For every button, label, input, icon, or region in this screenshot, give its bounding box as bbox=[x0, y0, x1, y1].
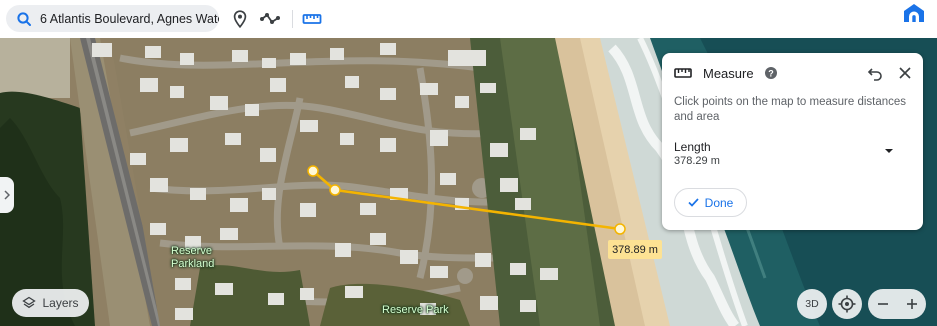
zoom-out-button[interactable] bbox=[868, 289, 897, 319]
done-label: Done bbox=[704, 195, 734, 210]
zoom-control bbox=[868, 289, 926, 319]
map-label-reserve-park: Reserve Park bbox=[382, 304, 449, 316]
search-input[interactable]: 6 Atlantis Boulevard, Agnes Water bbox=[40, 12, 219, 26]
plus-icon bbox=[906, 299, 917, 309]
path-icon[interactable] bbox=[259, 9, 281, 29]
measure-title: Measure bbox=[703, 66, 754, 81]
done-button[interactable]: Done bbox=[674, 188, 747, 217]
minus-icon bbox=[877, 303, 888, 305]
map-label-reserve: Reserve bbox=[171, 245, 212, 257]
view-3d-label: 3D bbox=[805, 298, 819, 310]
layers-button[interactable]: Layers bbox=[12, 289, 89, 317]
earth-logo-icon[interactable] bbox=[902, 2, 926, 24]
search-box[interactable]: 6 Atlantis Boulevard, Agnes Water bbox=[6, 5, 219, 32]
measure-panel: Measure ? Click points on the map to mea… bbox=[662, 53, 923, 230]
layers-icon bbox=[22, 296, 37, 309]
undo-icon[interactable] bbox=[867, 65, 883, 81]
chevron-right-icon bbox=[4, 190, 10, 200]
toolbar-divider bbox=[292, 10, 293, 28]
check-icon bbox=[688, 198, 699, 207]
map-label-parkland: Parkland bbox=[171, 258, 215, 270]
ruler-icon bbox=[674, 68, 692, 78]
search-icon bbox=[17, 11, 31, 26]
view-3d-button[interactable]: 3D bbox=[797, 289, 827, 319]
length-label: Length bbox=[674, 140, 711, 154]
pin-icon[interactable] bbox=[230, 9, 250, 29]
zoom-in-button[interactable] bbox=[897, 289, 926, 319]
top-toolbar: 6 Atlantis Boulevard, Agnes Water bbox=[0, 0, 937, 38]
ruler-icon[interactable] bbox=[301, 9, 323, 29]
help-icon[interactable]: ? bbox=[764, 66, 778, 80]
layers-label: Layers bbox=[42, 296, 79, 310]
close-icon[interactable] bbox=[898, 66, 912, 80]
side-panel-toggle[interactable] bbox=[0, 177, 14, 213]
length-value: 378.29 m bbox=[674, 155, 720, 167]
measurement-tag: 378.89 m bbox=[608, 240, 662, 259]
dropdown-caret-icon[interactable] bbox=[884, 148, 894, 154]
crosshair-icon bbox=[838, 295, 856, 313]
my-location-button[interactable] bbox=[832, 289, 862, 319]
svg-text:?: ? bbox=[768, 69, 774, 79]
measure-instructions: Click points on the map to measure dista… bbox=[674, 96, 907, 123]
